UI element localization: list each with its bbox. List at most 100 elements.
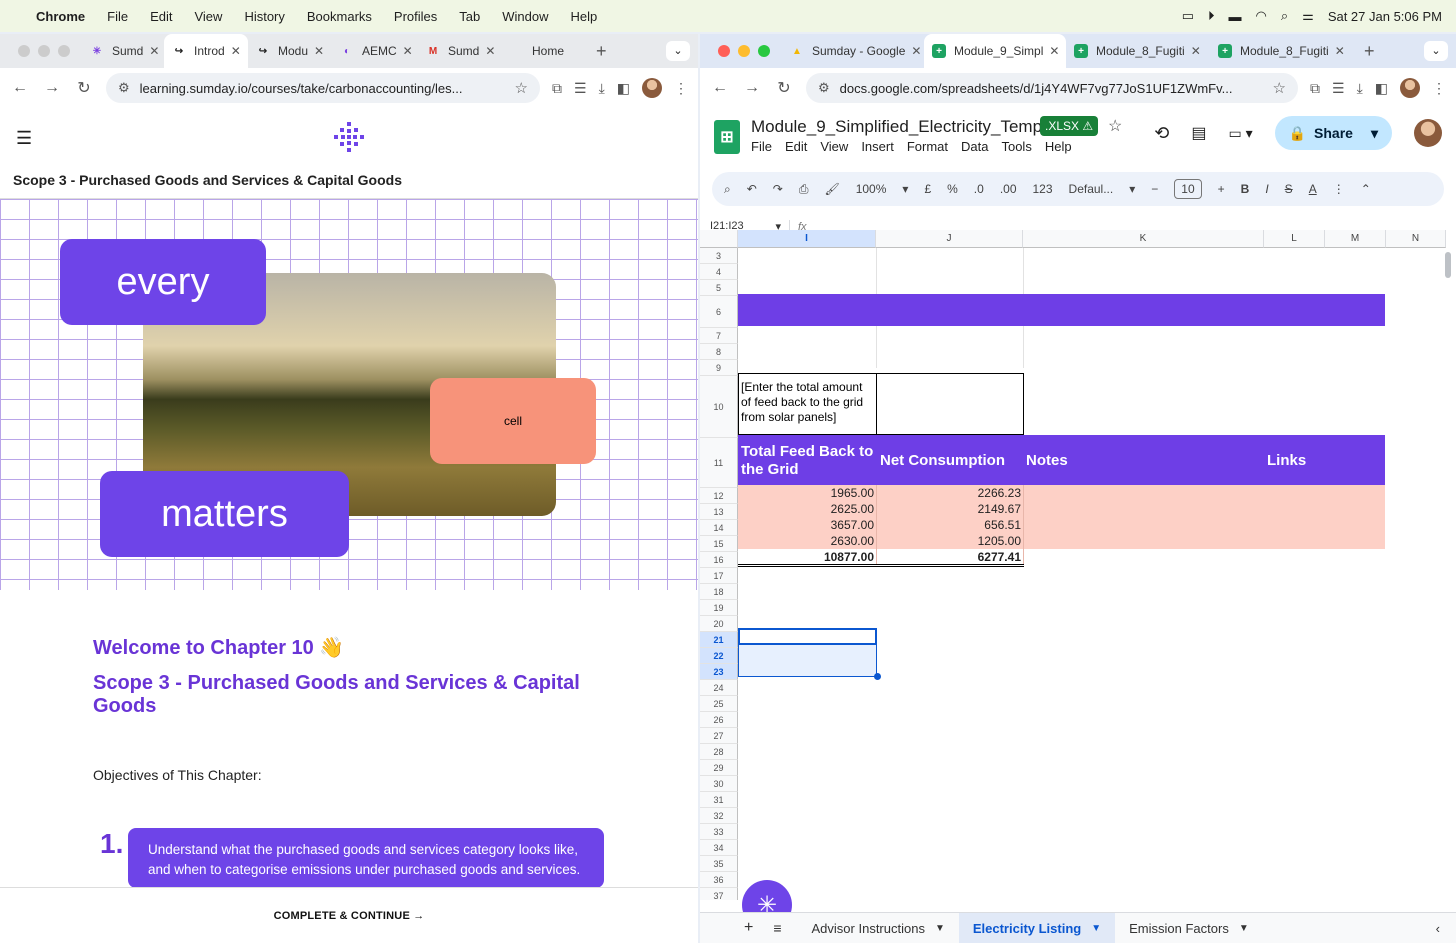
- sheet-tab-dropdown-icon[interactable]: ▼: [935, 923, 945, 934]
- menu-tab[interactable]: Tab: [459, 9, 480, 24]
- row-header[interactable]: 14: [700, 520, 738, 536]
- download-icon[interactable]: ⤓: [1357, 80, 1363, 97]
- paint-format-icon[interactable]: 🖌: [824, 182, 839, 196]
- tab-module8a[interactable]: + Module_8_Fugiti ✕: [1066, 34, 1210, 68]
- all-sheets-icon[interactable]: ≡: [767, 920, 797, 936]
- menu-view[interactable]: View: [194, 9, 222, 24]
- close-tab-icon[interactable]: ✕: [149, 44, 159, 58]
- tab-intro[interactable]: ↪ Introd ✕: [164, 34, 248, 68]
- extensions-icon[interactable]: ⧉: [1310, 80, 1320, 97]
- strikethrough-icon[interactable]: S: [1285, 182, 1293, 196]
- sheets-menu-data[interactable]: Data: [961, 139, 988, 154]
- close-tab-icon[interactable]: ✕: [911, 44, 921, 58]
- site-info-icon[interactable]: ⚙: [818, 80, 830, 96]
- collapse-toolbar-icon[interactable]: ⌃: [1361, 182, 1371, 196]
- cell-feedback-row15[interactable]: 2630.00: [738, 533, 874, 549]
- complete-continue-button[interactable]: COMPLETE & CONTINUE →: [0, 887, 698, 943]
- row-header[interactable]: 35: [700, 856, 738, 872]
- format-percent-button[interactable]: %: [947, 182, 958, 196]
- row-header[interactable]: 10: [700, 376, 738, 438]
- print-icon[interactable]: ⎙: [799, 182, 809, 197]
- scroll-tabs-left-icon[interactable]: ‹: [1436, 921, 1456, 936]
- row-header[interactable]: 3: [700, 248, 738, 264]
- row-header[interactable]: 6: [700, 296, 738, 328]
- back-icon[interactable]: ←: [10, 79, 30, 97]
- cell-net-row14[interactable]: 656.51: [876, 517, 1021, 533]
- row-header[interactable]: 19: [700, 600, 738, 616]
- hamburger-menu-icon[interactable]: ☰: [16, 128, 32, 149]
- cell-feedback-row14[interactable]: 3657.00: [738, 517, 874, 533]
- row-header[interactable]: 30: [700, 776, 738, 792]
- tab-search-chevron-icon[interactable]: ⌄: [1424, 41, 1448, 61]
- row-header[interactable]: 33: [700, 824, 738, 840]
- screen-mirror-icon[interactable]: ▭: [1182, 8, 1194, 24]
- cell-net-row12[interactable]: 2266.23: [876, 485, 1021, 501]
- row-header[interactable]: 37: [700, 888, 738, 900]
- row-header[interactable]: 34: [700, 840, 738, 856]
- column-header-i[interactable]: I: [738, 230, 876, 248]
- row-header[interactable]: 9: [700, 360, 738, 376]
- more-formats-button[interactable]: 123: [1033, 182, 1053, 196]
- close-tab-icon[interactable]: ✕: [485, 44, 495, 58]
- row-header[interactable]: 17: [700, 568, 738, 584]
- tab-module9[interactable]: + Module_9_Simpl ✕: [924, 34, 1066, 68]
- right-address-bar[interactable]: ⚙ docs.google.com/spreadsheets/d/1j4Y4WF…: [806, 73, 1298, 103]
- column-header-n[interactable]: N: [1386, 230, 1446, 248]
- column-header-l[interactable]: L: [1264, 230, 1325, 248]
- spotlight-search-icon[interactable]: ⌕: [1281, 8, 1288, 24]
- add-sheet-icon[interactable]: +: [700, 919, 767, 937]
- version-history-icon[interactable]: ⟲: [1154, 123, 1169, 144]
- menu-help[interactable]: Help: [571, 9, 598, 24]
- zoom-window-icon[interactable]: [58, 45, 70, 57]
- tab-module8b[interactable]: + Module_8_Fugiti ✕: [1210, 34, 1354, 68]
- zoom-window-icon[interactable]: [758, 45, 770, 57]
- control-center-icon[interactable]: ⚌: [1302, 8, 1314, 24]
- column-header-m[interactable]: M: [1325, 230, 1386, 248]
- close-tab-icon[interactable]: ✕: [1335, 44, 1345, 58]
- column-header-j[interactable]: J: [876, 230, 1023, 248]
- row-header[interactable]: 21: [700, 632, 738, 648]
- row-header[interactable]: 8: [700, 344, 738, 360]
- close-tab-icon[interactable]: ✕: [403, 44, 413, 58]
- zoom-dropdown-icon[interactable]: ▾: [902, 182, 908, 196]
- row-header[interactable]: 28: [700, 744, 738, 760]
- row-header[interactable]: 15: [700, 536, 738, 552]
- row-header[interactable]: 26: [700, 712, 738, 728]
- menu-window[interactable]: Window: [502, 9, 548, 24]
- new-tab-icon[interactable]: +: [586, 41, 617, 62]
- cell-total-net[interactable]: 6277.41: [876, 549, 1021, 565]
- row-header[interactable]: 25: [700, 696, 738, 712]
- spreadsheet-grid[interactable]: I J K L M N 3 4 5 6 7 8 9 10 11 12 13 14 15 16 17 18 19 2…: [700, 230, 1456, 900]
- tab-home[interactable]: Home: [502, 34, 586, 68]
- cell-net-row15[interactable]: 1205.00: [876, 533, 1021, 549]
- star-document-icon[interactable]: ☆: [1108, 116, 1122, 136]
- profile-avatar[interactable]: [642, 78, 662, 98]
- reload-icon[interactable]: ↻: [74, 78, 94, 98]
- tab-module[interactable]: ↪ Modu ✕: [248, 34, 332, 68]
- reading-list-icon[interactable]: ☰: [1332, 80, 1345, 97]
- sheets-menu-file[interactable]: File: [751, 139, 772, 154]
- font-select[interactable]: Defaul...: [1069, 182, 1114, 196]
- side-panel-icon[interactable]: ◧: [1375, 80, 1388, 97]
- back-icon[interactable]: ←: [710, 79, 730, 97]
- cell-feedback-row12[interactable]: 1965.00: [738, 485, 874, 501]
- sheets-menu-tools[interactable]: Tools: [1001, 139, 1031, 154]
- close-tab-icon[interactable]: ✕: [1049, 44, 1059, 58]
- cell-net-row13[interactable]: 2149.67: [876, 501, 1021, 517]
- chrome-menu-icon[interactable]: ⋮: [674, 80, 688, 97]
- sheets-menu-help[interactable]: Help: [1045, 139, 1072, 154]
- row-header[interactable]: 24: [700, 680, 738, 696]
- fill-handle[interactable]: [874, 673, 881, 680]
- row-header[interactable]: 13: [700, 504, 738, 520]
- row-header[interactable]: 20: [700, 616, 738, 632]
- close-tab-icon[interactable]: ✕: [314, 44, 324, 58]
- row-header[interactable]: 11: [700, 438, 738, 488]
- column-header-k[interactable]: K: [1023, 230, 1264, 248]
- comments-icon[interactable]: ▤: [1191, 123, 1206, 143]
- undo-icon[interactable]: ↶: [747, 182, 757, 196]
- reading-list-icon[interactable]: ☰: [574, 80, 587, 97]
- sheet-tab-advisor-instructions[interactable]: Advisor Instructions ▼: [798, 913, 959, 943]
- cell-feedback-row13[interactable]: 2625.00: [738, 501, 874, 517]
- tab-sumday[interactable]: ✳ Sumd ✕: [82, 34, 164, 68]
- row-header[interactable]: 23: [700, 664, 738, 680]
